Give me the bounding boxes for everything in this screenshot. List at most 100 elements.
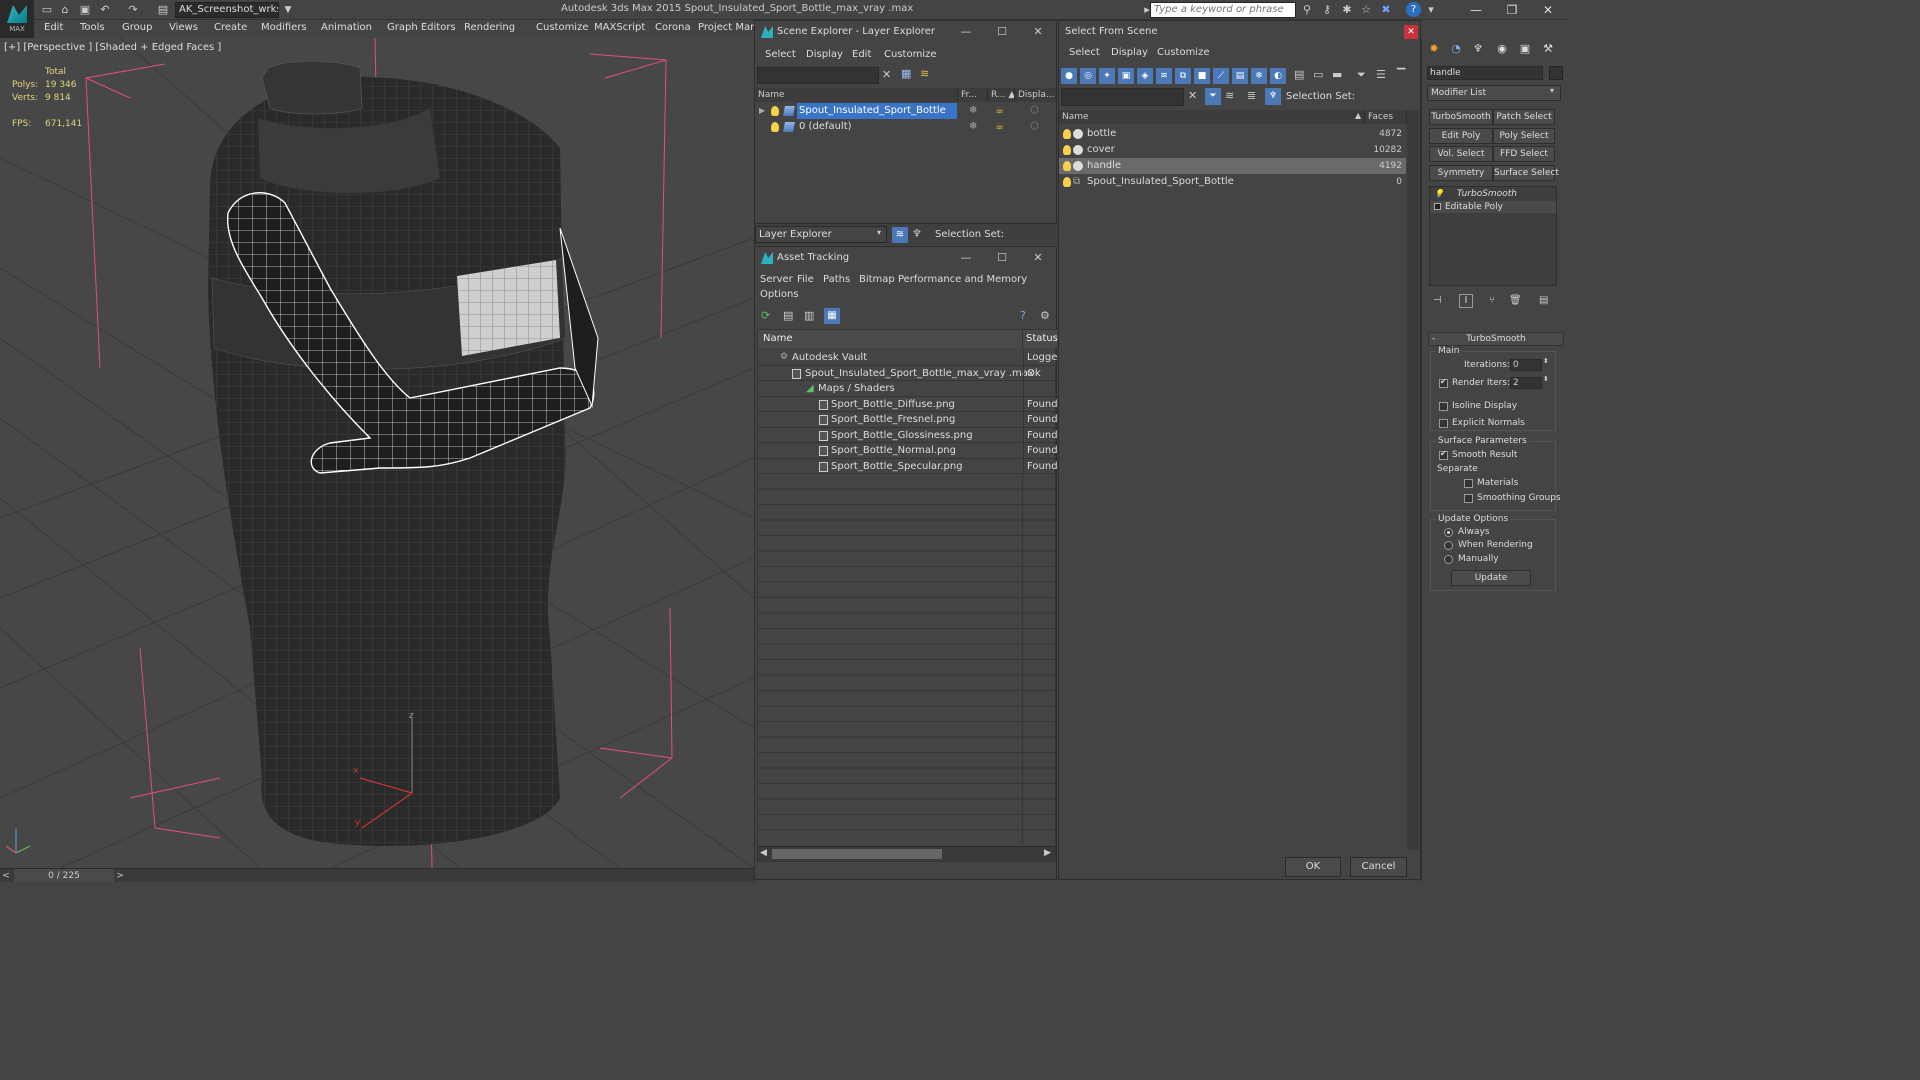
sfs-search-input[interactable] <box>1061 88 1184 106</box>
layer-row[interactable]: 0 (default) ❄ ☕ ⬡ <box>755 119 1055 135</box>
help-search-input[interactable]: Type a keyword or phrase <box>1150 2 1296 18</box>
save-icon[interactable]: ▣ <box>78 3 92 17</box>
scene-explorer-maximize-button[interactable]: ☐ <box>987 21 1017 43</box>
scene-explorer-menu-display[interactable]: Display <box>806 49 843 60</box>
iterations-spinner-arrows-icon[interactable]: ⬍ <box>1543 357 1549 365</box>
asset-row[interactable]: Sport_Bottle_Glossiness.png Found <box>758 427 1058 443</box>
asset-row[interactable]: Sport_Bottle_Diffuse.png Found <box>758 396 1058 412</box>
scene-explorer-menu-customize[interactable]: Customize <box>884 49 937 60</box>
freeze-snowflake-icon[interactable]: ❄ <box>969 119 977 135</box>
menu-create[interactable]: Create <box>214 22 247 33</box>
asset-column-status[interactable]: Status <box>1023 330 1058 348</box>
column-header-name[interactable]: Name <box>755 88 958 102</box>
project-folder-icon[interactable]: ▤ <box>156 3 170 17</box>
symmetry-button[interactable]: Symmetry <box>1429 165 1493 181</box>
patch-select-button[interactable]: Patch Select <box>1493 109 1555 125</box>
sfs-hierarchy-icon[interactable]: ≣ <box>1247 89 1256 102</box>
menu-customize[interactable]: Customize <box>536 22 589 33</box>
ffd-select-button[interactable]: FFD Select <box>1493 146 1555 162</box>
menu-modifiers[interactable]: Modifiers <box>261 22 307 33</box>
materials-checkbox[interactable] <box>1464 479 1473 488</box>
cancel-button[interactable]: Cancel <box>1350 857 1407 877</box>
select-from-scene-close-button[interactable]: ✕ <box>1404 25 1418 39</box>
utilities-tab-icon[interactable]: ⚒ <box>1539 40 1557 58</box>
asset-row[interactable]: Sport_Bottle_Specular.png Found <box>758 458 1058 474</box>
time-slider-prev-button[interactable]: < <box>0 869 12 882</box>
modifier-list-arrow-icon[interactable]: ▾ <box>1550 86 1554 95</box>
edit-poly-button[interactable]: Edit Poly <box>1429 128 1493 144</box>
scene-explorer-minimize-button[interactable]: — <box>951 21 981 43</box>
key-icon[interactable]: ⚷ <box>1319 3 1335 17</box>
object-name-input[interactable]: handle <box>1427 66 1543 80</box>
sfs-menu-select[interactable]: Select <box>1069 47 1100 58</box>
scene-explorer-close-button[interactable]: ✕ <box>1023 21 1053 43</box>
collapse-icon[interactable]: ▔ <box>1397 68 1405 81</box>
menu-edit[interactable]: Edit <box>44 22 63 33</box>
asset-menu-options[interactable]: Options <box>760 289 799 300</box>
list-view-icon[interactable]: ▤ <box>783 309 793 322</box>
explorer-type-dropdown[interactable]: Layer Explorer <box>755 226 887 243</box>
menu-group[interactable]: Group <box>122 22 152 33</box>
sfs-column-faces[interactable]: Faces <box>1365 110 1407 124</box>
explicit-normals-checkbox[interactable] <box>1439 419 1448 428</box>
scrollbar-thumb[interactable] <box>772 849 942 859</box>
surface-select-button[interactable]: Surface Select <box>1493 165 1559 181</box>
time-slider[interactable]: < 0 / 225 > <box>0 868 754 882</box>
asset-menu-paths[interactable]: Paths <box>823 274 850 285</box>
filter-cameras-icon[interactable]: ▣ <box>1118 68 1134 84</box>
filter-lights-icon[interactable]: ✦ <box>1099 68 1115 84</box>
filter-helpers-icon[interactable]: ◈ <box>1137 68 1153 84</box>
object-row[interactable]: bottle 4872 <box>1059 126 1406 142</box>
table-view-icon[interactable]: ▦ <box>824 308 840 324</box>
light-bulb-icon[interactable] <box>1063 145 1071 155</box>
turbosmooth-rollout-title[interactable]: - TurboSmooth <box>1428 332 1564 346</box>
help-dropdown-icon[interactable]: ▾ <box>1423 3 1439 17</box>
configure-modifier-sets-icon[interactable]: ▤ <box>1539 295 1548 306</box>
display-box-icon[interactable]: ⬡ <box>1030 103 1039 119</box>
help-icon[interactable]: ? <box>1406 2 1421 17</box>
sfs-filter-active-icon[interactable]: ⏷ <box>1205 88 1221 105</box>
object-row[interactable]: handle 4192 <box>1059 158 1406 174</box>
viewport-label[interactable]: [+] [Perspective ] [Shaded + Edged Faces… <box>4 42 221 53</box>
asset-settings-icon[interactable]: ⚙ <box>1040 309 1050 322</box>
light-bulb-icon[interactable] <box>1063 129 1071 139</box>
new-file-icon[interactable]: ▭ <box>40 3 54 17</box>
modifier-list-dropdown[interactable]: Modifier List <box>1427 85 1561 101</box>
modifier-enabled-bulb-icon[interactable]: 💡 <box>1434 188 1444 200</box>
sort-ascending-icon[interactable]: ▲ <box>1355 111 1361 120</box>
sort-options-icon[interactable]: ☰ <box>1376 68 1386 81</box>
smooth-result-checkbox[interactable] <box>1439 449 1448 460</box>
sfs-column-name[interactable]: Name <box>1059 110 1365 124</box>
menu-animation[interactable]: Animation <box>321 22 372 33</box>
asset-menu-server[interactable]: Server <box>760 274 793 285</box>
remove-modifier-icon[interactable]: 🗑 <box>1509 295 1522 306</box>
layer-tools-icon[interactable]: ≋ <box>920 67 929 80</box>
display-all-icon[interactable]: ▤ <box>1294 68 1304 81</box>
asset-row[interactable]: ◢ Maps / Shaders <box>758 381 1058 397</box>
smoothing-groups-checkbox[interactable] <box>1464 494 1473 503</box>
ok-button[interactable]: OK <box>1285 857 1341 877</box>
display-invert-icon[interactable]: ▬ <box>1332 68 1342 81</box>
scene-explorer-search-input[interactable] <box>757 67 879 84</box>
column-header-display[interactable]: Displa... <box>1015 88 1057 102</box>
redo-icon[interactable]: ↷ <box>126 3 140 17</box>
light-bulb-icon[interactable] <box>1063 161 1071 171</box>
turbosmooth-button[interactable]: TurboSmooth <box>1429 109 1493 125</box>
filter-funnel-icon[interactable]: ⏷ <box>1357 68 1366 82</box>
scroll-left-icon[interactable]: ◀ <box>760 848 767 858</box>
asset-tracking-minimize-button[interactable]: — <box>951 247 981 269</box>
time-slider-next-button[interactable]: > <box>114 869 126 882</box>
workspace-dropdown[interactable]: AK_Screenshot_wrksp <box>175 2 279 18</box>
sfs-menu-customize[interactable]: Customize <box>1157 47 1210 58</box>
light-bulb-icon[interactable] <box>771 106 779 116</box>
display-box-icon[interactable]: ⬡ <box>1030 119 1039 135</box>
workspace-dropdown-arrow-icon[interactable]: ▼ <box>282 2 294 18</box>
menu-corona[interactable]: Corona <box>655 22 691 33</box>
tree-view-icon[interactable]: ▥ <box>804 309 814 322</box>
menu-rendering[interactable]: Rendering <box>464 22 515 33</box>
render-teapot-icon[interactable]: ☕ <box>995 119 1004 135</box>
open-file-icon[interactable]: ⌂ <box>58 3 72 17</box>
pin-stack-icon[interactable]: ⊣ <box>1433 295 1442 306</box>
filter-containers-icon[interactable]: ▤ <box>1232 68 1248 84</box>
star-icon[interactable]: ☆ <box>1358 3 1374 17</box>
